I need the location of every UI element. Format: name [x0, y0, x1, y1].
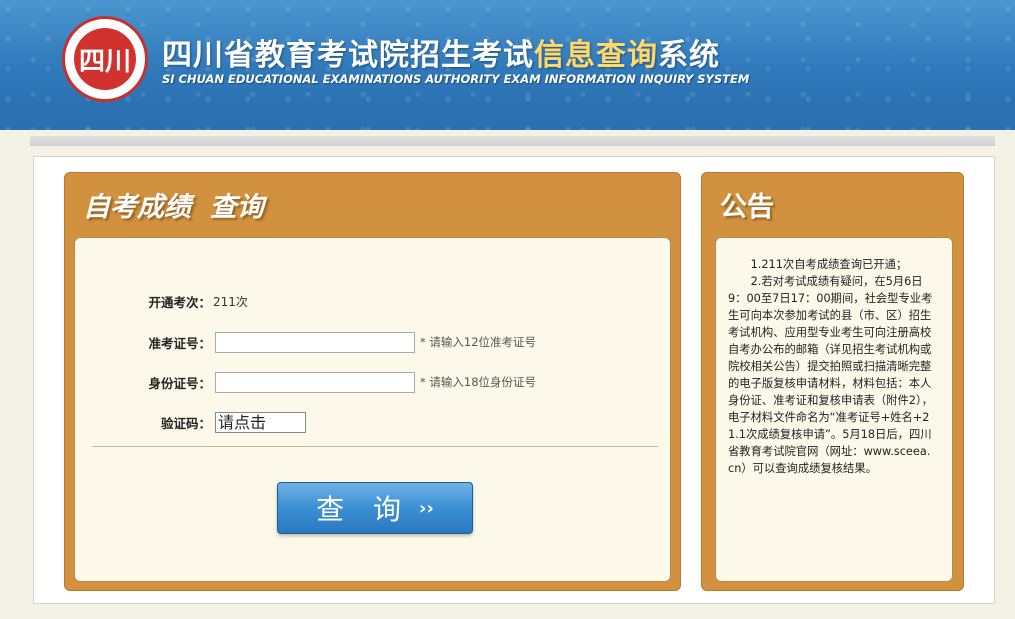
ticket-number-hint: * 请输入12位准考证号 — [420, 335, 537, 349]
ticket-number-row: 准考证号： * 请输入12位准考证号 — [75, 331, 536, 353]
exam-session-value: 211次 — [213, 294, 248, 309]
logo-mark: 四川 — [74, 28, 136, 90]
captcha-image[interactable]: 请点击 — [215, 411, 306, 433]
ticket-number-label: 准考证号： — [148, 335, 211, 351]
site-title-main: 四川省教育考试院招生考试 — [162, 38, 534, 73]
header-divider-bar — [30, 136, 995, 146]
site-subtitle: SI CHUAN EDUCATIONAL EXAMINATIONS AUTHOR… — [162, 72, 750, 86]
query-form: 开通考次： 211次 准考证号： * 请输入12位准考证号 身份证号： * 请输… — [74, 237, 671, 582]
id-number-hint: * 请输入18位身份证号 — [420, 375, 537, 389]
id-number-row: 身份证号： * 请输入18位身份证号 — [75, 371, 536, 393]
notice-panel: 公告 1.211次自考成绩查询已开通； 2.若对考试成绩有疑问，在5月6日9：0… — [701, 172, 964, 591]
query-panel-title: 自考成绩 查询 — [83, 192, 264, 223]
captcha-row: 验证码： 请点击 — [75, 411, 306, 433]
query-button[interactable]: 查 询 ›› — [277, 482, 473, 534]
notice-body: 1.211次自考成绩查询已开通； 2.若对考试成绩有疑问，在5月6日9：00至7… — [715, 237, 953, 582]
institution-logo-icon: 四川 — [62, 16, 148, 102]
ticket-number-input[interactable] — [215, 331, 415, 353]
query-button-label: 查 询 — [316, 493, 412, 526]
header-banner: 四川 四川省教育考试院招生考试信息查询系统 SI CHUAN EDUCATION… — [0, 0, 1015, 130]
form-divider — [92, 446, 658, 447]
notice-paragraph: 1.211次自考成绩查询已开通； — [750, 258, 908, 271]
exam-session-row: 开通考次： 211次 — [75, 290, 248, 312]
query-panel: 自考成绩 查询 开通考次： 211次 准考证号： * 请输入12位准考证号 身份… — [64, 172, 681, 591]
id-number-label: 身份证号： — [148, 375, 211, 391]
site-title-end: 系统 — [658, 38, 720, 73]
site-title: 四川省教育考试院招生考试信息查询系统 — [162, 30, 720, 74]
double-arrow-icon: ›› — [419, 497, 434, 519]
id-number-input[interactable] — [215, 371, 415, 393]
exam-session-label: 开通考次： — [148, 294, 211, 310]
notice-text: 1.211次自考成绩查询已开通； 2.若对考试成绩有疑问，在5月6日9：00至7… — [728, 256, 934, 477]
notice-paragraph: 2.若对考试成绩有疑问，在5月6日9：00至7日17：00期间，社会型专业考生可… — [728, 275, 933, 475]
site-title-highlight: 信息查询 — [534, 38, 658, 73]
notice-panel-title: 公告 — [720, 192, 774, 223]
captcha-label: 验证码： — [160, 415, 211, 431]
